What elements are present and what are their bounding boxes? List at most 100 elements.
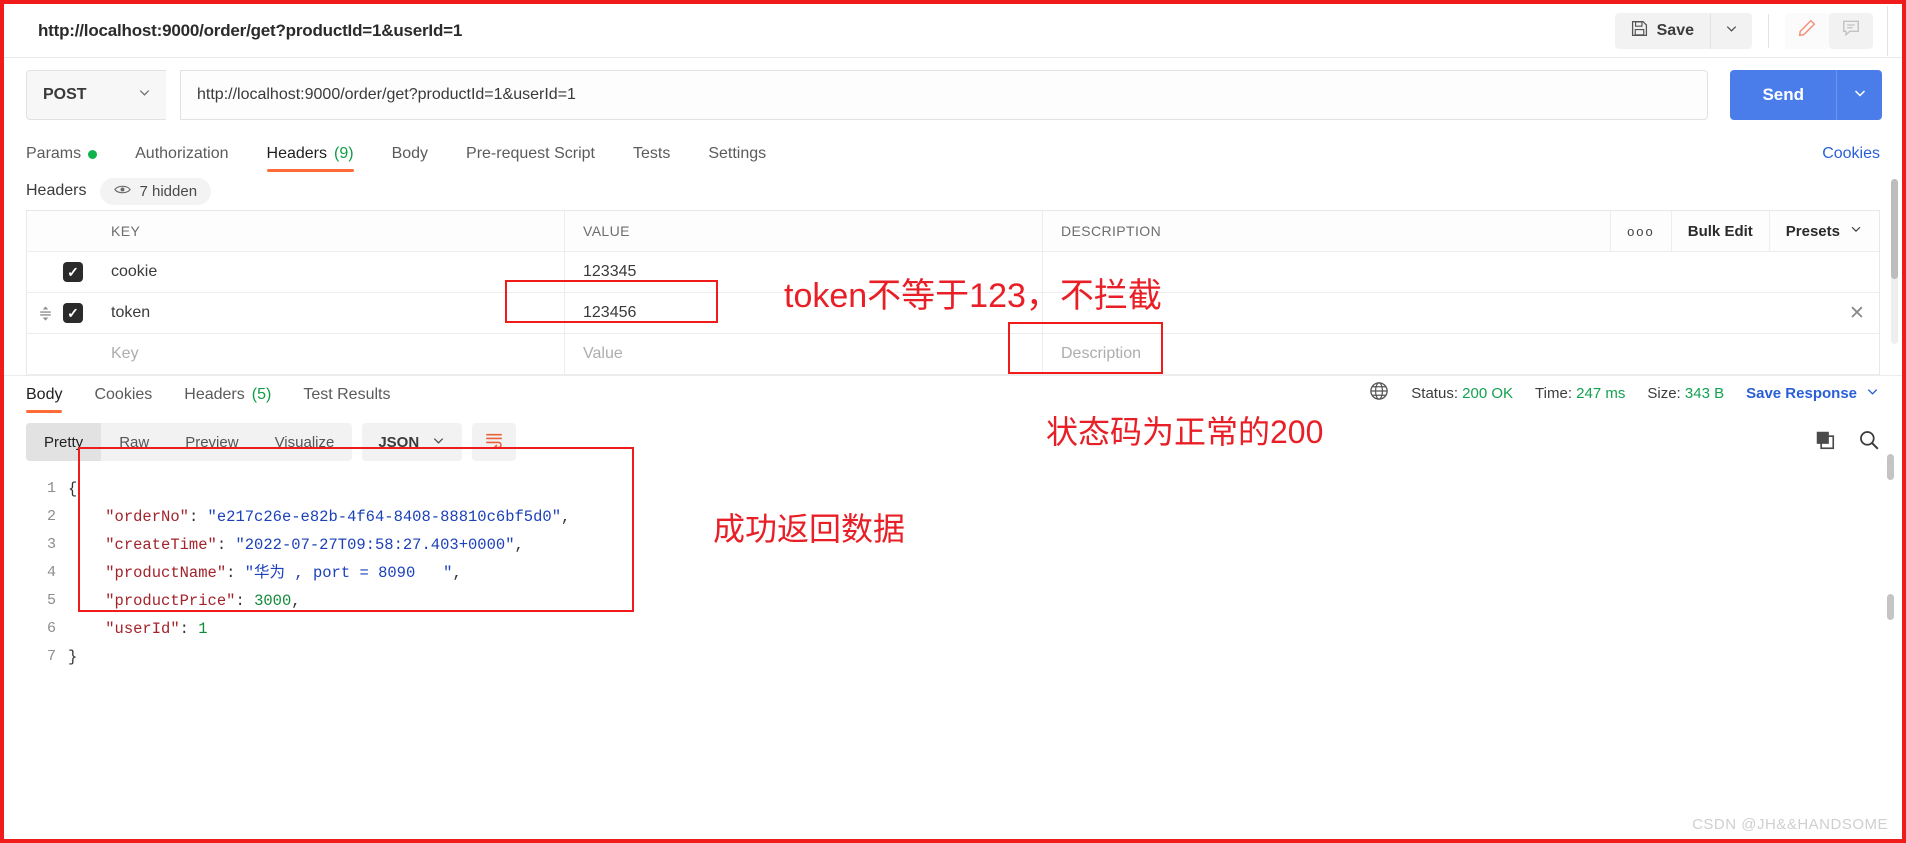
tab-pre-request-script[interactable]: Pre-request Script xyxy=(466,145,595,172)
send-options-button[interactable] xyxy=(1836,70,1882,120)
response-tab-body-label: Body xyxy=(26,386,63,403)
hidden-headers-toggle[interactable]: 7 hidden xyxy=(100,177,212,205)
code-line: "productName": "华为 , port = 8090 ", xyxy=(68,559,570,587)
chevron-down-icon xyxy=(137,85,152,105)
row-enabled-checkbox[interactable]: ✓ xyxy=(63,293,91,333)
status-group: Status: 200 OK xyxy=(1411,385,1513,402)
code-token: : xyxy=(188,508,208,526)
toolbar-divider xyxy=(1768,13,1769,48)
watermark: CSDN @JH&&HANDSOME xyxy=(1692,816,1888,833)
code-token: , xyxy=(291,592,301,610)
word-wrap-icon xyxy=(484,431,504,454)
row-enabled-checkbox-empty[interactable] xyxy=(63,334,91,374)
tab-headers-count: (9) xyxy=(334,145,354,162)
view-mode-pretty[interactable]: Pretty xyxy=(26,423,102,461)
presets-button[interactable]: Presets xyxy=(1768,211,1879,251)
header-row-spacer xyxy=(27,211,63,251)
url-input[interactable]: http://localhost:9000/order/get?productI… xyxy=(180,70,1709,120)
method-label: POST xyxy=(43,86,87,103)
response-view-row: Pretty Raw Preview Visualize JSON xyxy=(4,413,1902,469)
more-actions-button[interactable]: ooo xyxy=(1610,211,1671,251)
request-name: http://localhost:9000/order/get?productI… xyxy=(38,20,463,40)
word-wrap-button[interactable] xyxy=(472,423,517,461)
globe-icon xyxy=(1369,381,1389,405)
chevron-down-icon xyxy=(1865,384,1880,403)
response-format-select[interactable]: JSON xyxy=(362,423,463,461)
row-key-input[interactable]: cookie xyxy=(91,252,565,292)
tab-headers[interactable]: Headers (9) xyxy=(266,145,354,172)
headers-table-tools: ooo Bulk Edit Presets xyxy=(1610,211,1879,251)
column-value: VALUE xyxy=(565,211,1043,251)
response-tab-body[interactable]: Body xyxy=(26,386,63,413)
save-button[interactable]: Save xyxy=(1614,12,1710,49)
table-row-placeholder[interactable]: Key Value Description xyxy=(27,334,1879,375)
tab-tests-label: Tests xyxy=(632,145,671,162)
response-tab-headers-count: (5) xyxy=(251,386,272,403)
save-options-button[interactable] xyxy=(1710,12,1752,49)
scrollbar-thumb-bottom[interactable] xyxy=(1887,594,1894,620)
edit-request-button[interactable] xyxy=(1785,12,1829,49)
response-tab-cookies-label: Cookies xyxy=(94,386,153,403)
status-value: 200 OK xyxy=(1462,384,1514,402)
response-view-modes: Pretty Raw Preview Visualize xyxy=(26,423,353,461)
tab-tests[interactable]: Tests xyxy=(633,145,670,172)
column-description: DESCRIPTION xyxy=(1061,223,1162,239)
tab-body-label: Body xyxy=(391,145,429,162)
tab-settings[interactable]: Settings xyxy=(708,145,766,172)
code-token: "2022-07-27T09:58:27.403+0000" xyxy=(235,536,515,554)
tab-authorization[interactable]: Authorization xyxy=(135,145,228,172)
tab-params[interactable]: Params xyxy=(26,145,98,172)
response-tab-test-results[interactable]: Test Results xyxy=(303,386,390,413)
new-row-key-input[interactable]: Key xyxy=(91,334,565,374)
new-row-value-input[interactable]: Value xyxy=(565,334,1043,374)
comments-button[interactable] xyxy=(1829,12,1873,49)
checkbox-checked-icon: ✓ xyxy=(63,303,83,323)
code-token: : xyxy=(226,564,245,582)
cookies-link[interactable]: Cookies xyxy=(1822,145,1880,172)
checkbox-checked-icon: ✓ xyxy=(63,262,83,282)
copy-icon[interactable] xyxy=(1814,429,1836,456)
bulk-edit-button[interactable]: Bulk Edit xyxy=(1670,211,1769,251)
params-modified-dot-icon xyxy=(88,149,98,159)
response-tab-headers[interactable]: Headers (5) xyxy=(184,386,271,413)
save-button-group: Save xyxy=(1614,12,1752,49)
response-body-code[interactable]: { "orderNo": "e217c26e-e82b-4f64-8408-88… xyxy=(68,475,570,671)
code-token: } xyxy=(68,648,78,666)
send-button[interactable]: Send xyxy=(1730,70,1836,120)
response-format-label: JSON xyxy=(378,433,420,451)
code-token: 1 xyxy=(198,620,208,638)
new-row-description-input[interactable]: Description xyxy=(1043,334,1879,374)
status-label: Status: xyxy=(1411,384,1458,402)
size-value: 343 B xyxy=(1684,384,1725,402)
view-mode-preview[interactable]: Preview xyxy=(167,423,256,461)
close-icon[interactable]: ✕ xyxy=(1835,293,1879,333)
headers-subrow-label: Headers xyxy=(26,182,87,199)
response-meta: Status: 200 OK Time: 247 ms Size: 343 B … xyxy=(1369,381,1880,413)
drag-handle-icon[interactable] xyxy=(27,293,63,333)
tab-pre-request-script-label: Pre-request Script xyxy=(466,145,595,162)
tab-authorization-label: Authorization xyxy=(135,145,229,162)
method-select[interactable]: POST xyxy=(26,70,166,120)
row-key-input[interactable]: token xyxy=(91,293,565,333)
view-mode-visualize[interactable]: Visualize xyxy=(257,423,353,461)
scrollbar-thumb-top[interactable] xyxy=(1887,454,1894,480)
row-description-input[interactable] xyxy=(1043,252,1879,292)
chevron-down-icon xyxy=(1724,21,1739,41)
row-enabled-checkbox[interactable]: ✓ xyxy=(63,252,91,292)
line-number: 7 xyxy=(46,648,56,665)
response-tab-cookies[interactable]: Cookies xyxy=(94,386,152,413)
response-view-actions xyxy=(1814,429,1880,456)
line-number: 6 xyxy=(46,620,56,637)
headers-subrow: Headers 7 hidden xyxy=(4,172,1902,210)
scrollbar-thumb[interactable] xyxy=(1891,179,1898,279)
presets-label: Presets xyxy=(1785,222,1840,240)
request-table-scrollbar[interactable] xyxy=(1891,179,1898,344)
postman-window: http://localhost:9000/order/get?productI… xyxy=(0,0,1906,843)
tab-body[interactable]: Body xyxy=(392,145,428,172)
floppy-disk-icon xyxy=(1631,20,1648,42)
save-response-button[interactable]: Save Response xyxy=(1746,384,1880,403)
response-body-scrollbar[interactable] xyxy=(1887,454,1894,624)
view-mode-raw[interactable]: Raw xyxy=(101,423,167,461)
search-icon[interactable] xyxy=(1858,429,1880,456)
